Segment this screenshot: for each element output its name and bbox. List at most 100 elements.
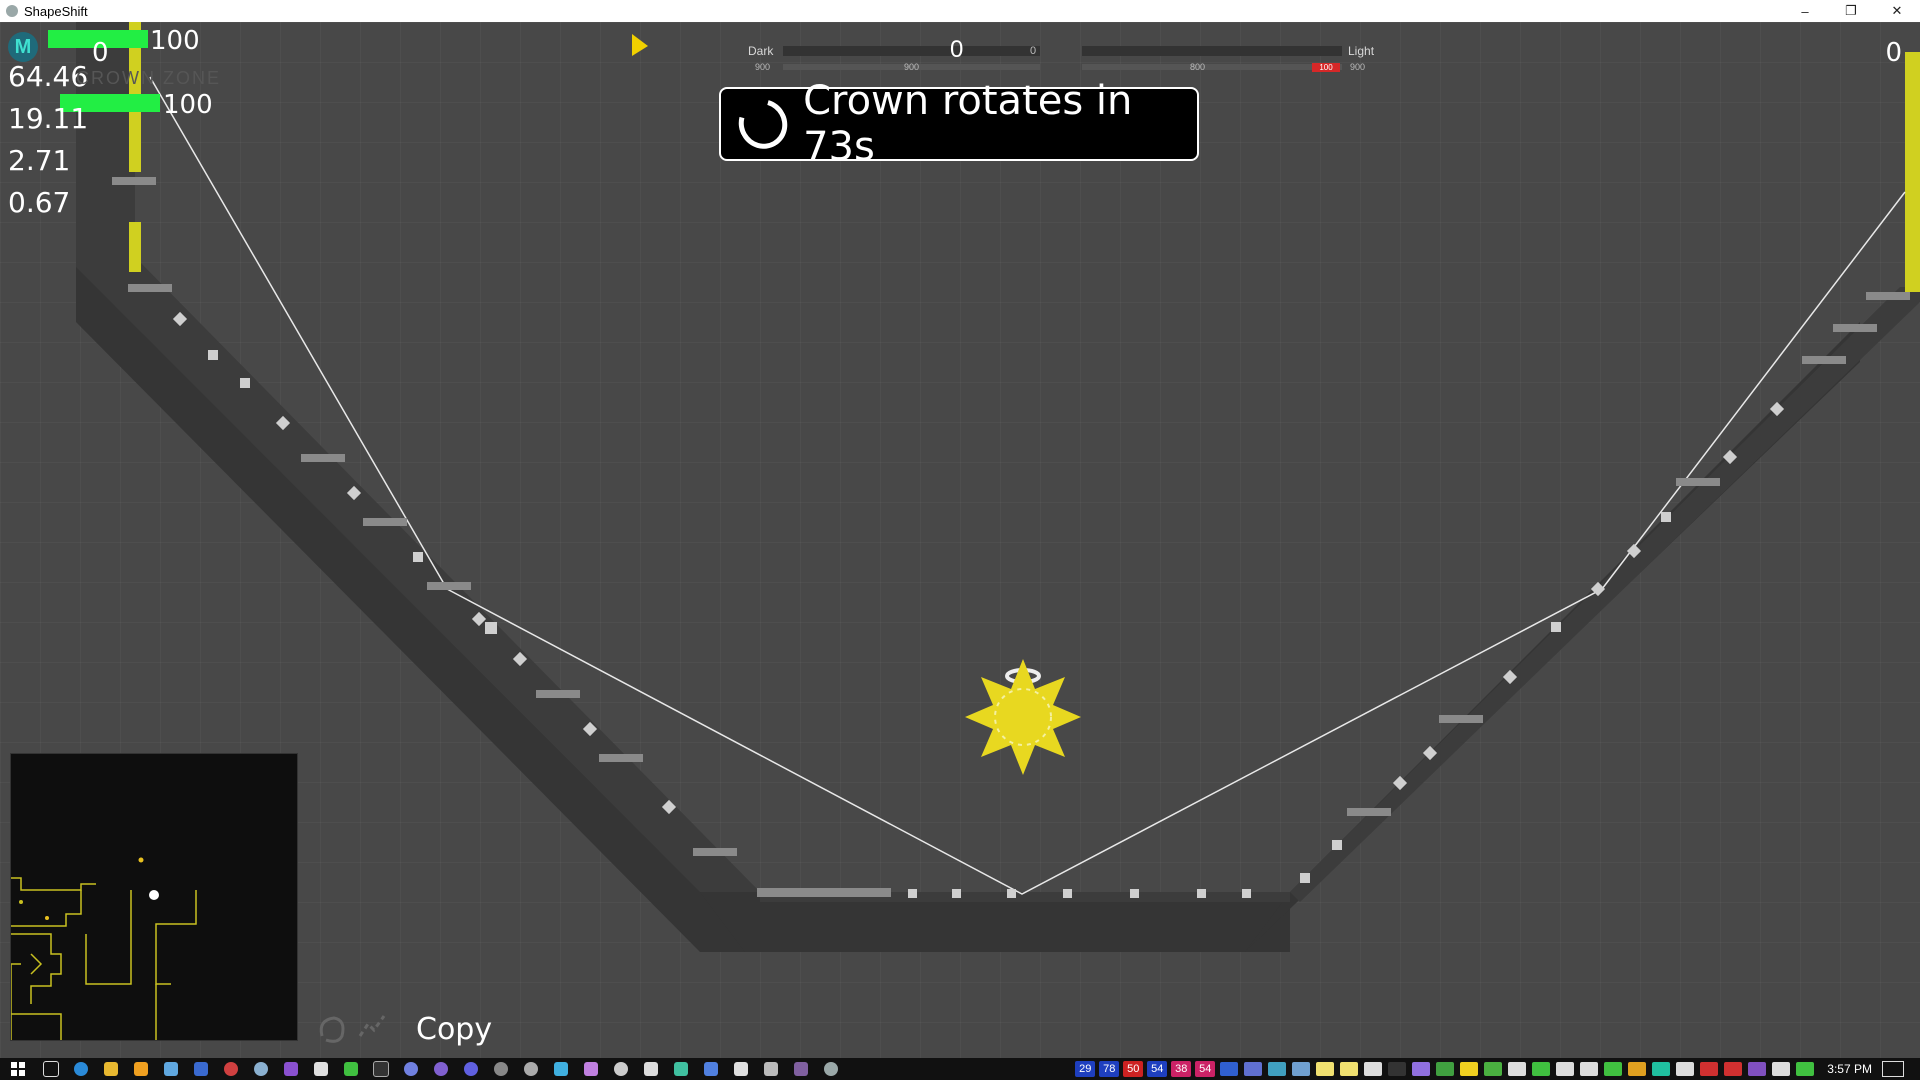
tray-icon[interactable] xyxy=(1532,1062,1551,1076)
brick-tile xyxy=(301,454,345,462)
brick-tile xyxy=(1802,356,1846,364)
close-icon[interactable]: ✕ xyxy=(1874,0,1920,22)
copy-ability-shape-left xyxy=(319,1016,345,1043)
path-marker xyxy=(1130,889,1139,898)
tray-icon[interactable] xyxy=(1436,1062,1455,1076)
path-marker xyxy=(1197,889,1206,898)
taskbar-app-icon[interactable] xyxy=(516,1058,546,1080)
game-viewport[interactable]: M 0 100 100 64.46 19.11 2.71 0.67 CROWN … xyxy=(0,22,1920,1058)
minimize-icon[interactable]: – xyxy=(1782,0,1828,22)
tray-icon[interactable] xyxy=(1628,1062,1647,1076)
star-icon[interactable] xyxy=(1460,1062,1479,1076)
tray-icon[interactable] xyxy=(1508,1062,1527,1076)
path-marker xyxy=(908,889,917,898)
crown-timer-banner: Crown rotates in 73s xyxy=(719,78,1199,170)
tray-icon[interactable] xyxy=(1316,1062,1335,1076)
tray-icon[interactable] xyxy=(1340,1062,1359,1076)
tray-icon[interactable] xyxy=(1748,1062,1767,1076)
tray-badge[interactable]: 78 xyxy=(1099,1061,1120,1077)
tray-badge[interactable]: 29 xyxy=(1075,1061,1096,1077)
path-marker xyxy=(208,350,218,360)
path-marker xyxy=(1332,840,1342,850)
tray-badge[interactable]: 54 xyxy=(1195,1061,1216,1077)
taskbar-app-icon[interactable] xyxy=(666,1058,696,1080)
minimap-wall xyxy=(11,890,82,927)
minimap-wall xyxy=(11,1013,62,1040)
stat-4: 0.67 xyxy=(8,186,71,219)
copy-ability-icon[interactable] xyxy=(312,1006,402,1056)
app-icon xyxy=(6,5,18,17)
taskbar-app-icon[interactable] xyxy=(696,1058,726,1080)
speaker-icon[interactable] xyxy=(1676,1062,1695,1076)
taskbar-app-icon[interactable] xyxy=(606,1058,636,1080)
taskbar-app-icon[interactable] xyxy=(726,1058,756,1080)
tray-icon[interactable] xyxy=(1220,1062,1239,1076)
tray-icon[interactable] xyxy=(1604,1062,1623,1076)
taskbar-app-icon[interactable] xyxy=(336,1058,366,1080)
discord-icon[interactable] xyxy=(396,1058,426,1080)
minimap-wall xyxy=(11,877,96,891)
taskbar-app-icon[interactable] xyxy=(306,1058,336,1080)
opponent-score: 0 xyxy=(1885,38,1902,68)
taskbar-app-icon[interactable] xyxy=(486,1058,516,1080)
brick-tile xyxy=(599,754,643,762)
tray-icon[interactable] xyxy=(1700,1062,1719,1076)
path-marker xyxy=(485,622,497,634)
tray-badge[interactable]: 50 xyxy=(1123,1061,1144,1077)
path-marker xyxy=(1063,889,1072,898)
tray-badge[interactable]: 54 xyxy=(1147,1061,1168,1077)
brick-tile xyxy=(1439,715,1483,723)
taskbar-app-icon[interactable] xyxy=(126,1058,156,1080)
tray-icon[interactable] xyxy=(1556,1062,1575,1076)
tray-icon[interactable] xyxy=(1268,1062,1287,1076)
taskbar-clock[interactable]: 3:57 PM xyxy=(1827,1062,1872,1076)
restore-icon[interactable]: ❐ xyxy=(1828,0,1874,22)
shapeshift-app-icon[interactable] xyxy=(816,1058,846,1080)
task-view-icon[interactable] xyxy=(36,1058,66,1080)
terminal-icon[interactable] xyxy=(366,1058,396,1080)
minimap-crown-dot xyxy=(138,857,144,863)
tray-icon[interactable] xyxy=(1412,1062,1431,1076)
brick-tile xyxy=(363,518,407,526)
windows-start-icon[interactable] xyxy=(0,1058,36,1080)
steam-icon[interactable] xyxy=(246,1058,276,1080)
meter-dark-low: 900 xyxy=(755,62,771,72)
brick-tile xyxy=(1676,478,1720,486)
brick-tile xyxy=(536,690,580,698)
tray-icon[interactable] xyxy=(1292,1062,1311,1076)
system-tray: 29 78 50 54 38 54 3:57 PM xyxy=(1073,1058,1920,1080)
stat-3: 2.71 xyxy=(8,144,71,177)
minimap[interactable] xyxy=(10,753,298,1041)
tray-icon[interactable] xyxy=(1652,1062,1671,1076)
tray-icon[interactable] xyxy=(1388,1062,1407,1076)
taskbar-app-icon[interactable] xyxy=(786,1058,816,1080)
notification-icon[interactable] xyxy=(1882,1061,1904,1077)
taskbar-app-icon[interactable] xyxy=(216,1058,246,1080)
taskbar-app-icon[interactable] xyxy=(186,1058,216,1080)
taskbar-app-icon[interactable] xyxy=(576,1058,606,1080)
meter-light-label: Light xyxy=(1348,44,1375,58)
meter-light-track xyxy=(1082,46,1342,56)
taskbar-app-icon[interactable] xyxy=(426,1058,456,1080)
brick-tile xyxy=(1833,324,1877,332)
tray-icon[interactable] xyxy=(1796,1062,1815,1076)
tray-icon[interactable] xyxy=(1484,1062,1503,1076)
tray-icon[interactable] xyxy=(1724,1062,1743,1076)
taskbar-app-icon[interactable] xyxy=(636,1058,666,1080)
copy-ability-label: Copy xyxy=(416,1012,493,1047)
browser-app-icon[interactable] xyxy=(66,1058,96,1080)
tray-icon[interactable] xyxy=(1364,1062,1383,1076)
path-marker xyxy=(1551,622,1561,632)
visual-studio-icon[interactable] xyxy=(276,1058,306,1080)
tray-icon[interactable] xyxy=(1244,1062,1263,1076)
taskbar-app-icon[interactable] xyxy=(546,1058,576,1080)
file-explorer-icon[interactable] xyxy=(96,1058,126,1080)
meter-light-mid: 800 xyxy=(1190,62,1206,72)
taskbar-app-icon[interactable] xyxy=(156,1058,186,1080)
meter-dark-label: Dark xyxy=(748,44,774,58)
tray-badge[interactable]: 38 xyxy=(1171,1061,1192,1077)
network-icon[interactable] xyxy=(1772,1062,1791,1076)
taskbar-app-icon[interactable] xyxy=(756,1058,786,1080)
tray-icon[interactable] xyxy=(1580,1062,1599,1076)
taskbar-app-icon[interactable] xyxy=(456,1058,486,1080)
